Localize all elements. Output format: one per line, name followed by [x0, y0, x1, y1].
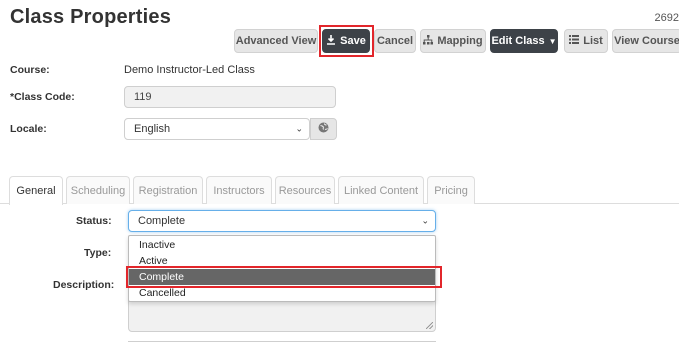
- course-value: Demo Instructor-Led Class: [124, 64, 255, 76]
- sitemap-icon: [423, 34, 434, 48]
- tab-pricing-label: Pricing: [434, 184, 468, 197]
- tab-scheduling[interactable]: Scheduling: [66, 176, 130, 204]
- description-label: Description:: [53, 279, 115, 291]
- save-highlight-box: [319, 25, 374, 57]
- edit-class-label: Edit Class: [491, 35, 545, 47]
- tab-pricing[interactable]: Pricing: [427, 176, 475, 204]
- globe-button[interactable]: [310, 118, 337, 140]
- mapping-button[interactable]: Mapping: [420, 29, 486, 53]
- class-code-value: 119: [134, 91, 152, 103]
- list-button[interactable]: List: [564, 29, 608, 53]
- class-code-field[interactable]: 119: [124, 86, 336, 108]
- tab-registration-label: Registration: [138, 184, 198, 197]
- tab-linked-content[interactable]: Linked Content: [338, 176, 424, 204]
- mapping-label: Mapping: [437, 35, 483, 47]
- status-select[interactable]: Complete ⌄: [128, 210, 436, 232]
- cancel-button[interactable]: Cancel: [374, 29, 416, 53]
- tab-general[interactable]: General: [9, 176, 63, 205]
- cancel-label: Cancel: [376, 35, 414, 47]
- tab-resources-label: Resources: [278, 184, 332, 197]
- advanced-view-label: Advanced View: [235, 35, 317, 47]
- status-label: Status:: [76, 215, 112, 227]
- type-label: Type:: [84, 247, 112, 259]
- list-label: List: [583, 35, 603, 47]
- next-field-edge: [128, 341, 436, 342]
- view-course-button[interactable]: View Course: [612, 29, 679, 53]
- tab-resources[interactable]: Resources: [275, 176, 335, 204]
- tab-instructors[interactable]: Instructors: [206, 176, 272, 204]
- page-title: Class Properties: [10, 6, 172, 28]
- status-option-inactive[interactable]: Inactive: [129, 237, 435, 253]
- list-icon: [569, 35, 580, 47]
- tab-registration[interactable]: Registration: [133, 176, 203, 204]
- view-course-label: View Course: [614, 35, 679, 47]
- caret-down-icon: ▼: [548, 36, 557, 46]
- course-label: Course:: [10, 64, 50, 76]
- tab-instructors-label: Instructors: [213, 184, 265, 197]
- resize-grip-icon[interactable]: [426, 322, 433, 329]
- chevron-down-icon: ⌄: [295, 123, 303, 134]
- tab-linked-content-label: Linked Content: [344, 184, 418, 197]
- tab-scheduling-label: Scheduling: [70, 184, 126, 197]
- class-code-label: *Class Code:: [10, 91, 75, 103]
- locale-value: English: [134, 123, 171, 135]
- chevron-down-icon: ⌄: [421, 215, 429, 226]
- locale-select[interactable]: English ⌄: [124, 118, 310, 140]
- globe-icon: [318, 122, 329, 136]
- edit-class-button[interactable]: Edit Class ▼: [490, 29, 558, 53]
- advanced-view-button[interactable]: Advanced View: [234, 29, 318, 53]
- locale-label: Locale:: [10, 123, 47, 135]
- status-value: Complete: [138, 215, 186, 227]
- complete-highlight-box: [126, 266, 442, 288]
- record-id: 2692: [654, 12, 679, 24]
- tab-general-label: General: [16, 185, 56, 197]
